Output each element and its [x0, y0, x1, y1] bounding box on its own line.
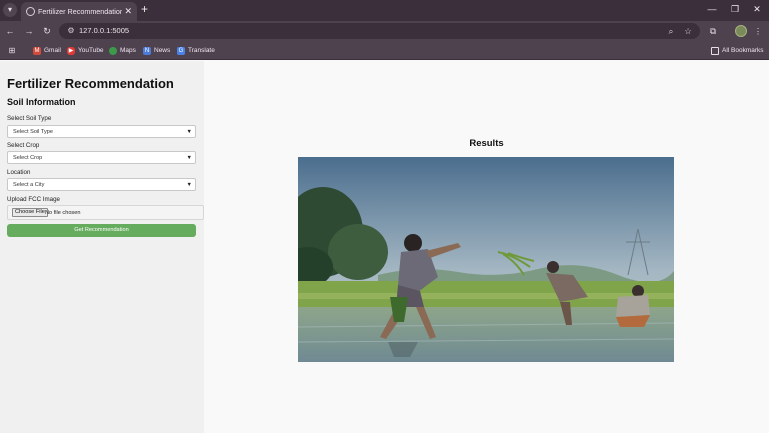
bookmark-maps[interactable]: Maps: [109, 45, 136, 56]
bookmark-news[interactable]: N News: [143, 45, 170, 56]
browser-tabstrip: ▾ Fertilizer Recommendation Sys ✕ + — ❐ …: [0, 0, 769, 21]
window-close-icon[interactable]: ✕: [749, 3, 765, 16]
section-title: Soil Information: [7, 97, 76, 107]
news-icon: N: [143, 46, 151, 55]
apps-grid-icon[interactable]: ⊞: [8, 45, 19, 56]
soil-type-label: Select Soil Type: [7, 115, 52, 122]
translate-icon: G: [177, 46, 185, 55]
tab-close-icon[interactable]: ✕: [124, 5, 132, 17]
location-value: Select a City: [13, 182, 45, 188]
bookmark-gmail[interactable]: M Gmail: [33, 45, 61, 56]
crop-select[interactable]: Select Crop ▼: [7, 151, 196, 164]
rice-planting-photo: [298, 157, 674, 362]
profile-avatar[interactable]: [735, 25, 747, 37]
tab-favicon-icon: [26, 7, 35, 16]
minimize-icon[interactable]: —: [704, 3, 720, 16]
all-bookmarks-label: All Bookmarks: [722, 47, 764, 54]
location-label: Location: [7, 169, 31, 176]
tab-search-icon[interactable]: ▾: [3, 3, 17, 17]
bookmark-translate[interactable]: G Translate: [177, 45, 215, 56]
bookmark-label: Maps: [120, 47, 136, 54]
zoom-icon[interactable]: ⌕: [665, 25, 677, 37]
restore-icon[interactable]: ❐: [727, 3, 743, 16]
gmail-icon: M: [33, 46, 41, 55]
address-bar[interactable]: ⚙ 127.0.0.1:5005 ⌕ ☆: [59, 23, 700, 39]
bookmark-label: Translate: [188, 47, 215, 54]
results-panel: Results: [204, 61, 769, 433]
bookmarks-bar: ⊞ M Gmail ▶ YouTube Maps N News G Transl…: [0, 41, 769, 60]
upload-label: Upload FCC Image: [7, 196, 60, 203]
page-title: Fertilizer Recommendation: [7, 76, 174, 91]
back-icon[interactable]: ←: [4, 25, 16, 37]
get-recommendation-button[interactable]: Get Recommendation: [7, 224, 196, 237]
more-menu-icon[interactable]: ⋮: [752, 25, 764, 37]
results-title: Results: [469, 138, 504, 149]
extensions-icon[interactable]: ⧉: [707, 25, 719, 37]
bookmark-youtube[interactable]: ▶ YouTube: [67, 45, 104, 56]
forward-icon[interactable]: →: [23, 25, 35, 37]
url-text[interactable]: 127.0.0.1:5005: [79, 25, 129, 37]
youtube-icon: ▶: [67, 46, 75, 55]
soil-type-select[interactable]: Select Soil Type ▼: [7, 125, 196, 138]
tab-title: Fertilizer Recommendation Sys: [38, 7, 122, 16]
file-status-text: No file chosen: [45, 210, 81, 216]
bookmark-label: News: [154, 47, 171, 54]
bookmark-star-icon[interactable]: ☆: [682, 25, 694, 37]
all-bookmarks[interactable]: All Bookmarks: [711, 45, 764, 56]
reload-icon[interactable]: ↻: [41, 25, 53, 37]
bookmark-label: Gmail: [44, 47, 61, 54]
rice-field-image: [298, 157, 674, 362]
file-input[interactable]: Choose File No file chosen: [7, 205, 204, 220]
chevron-down-icon: ▼: [186, 155, 192, 161]
browser-tab[interactable]: Fertilizer Recommendation Sys ✕: [21, 2, 137, 21]
maps-icon: [109, 46, 117, 55]
bookmark-label: YouTube: [78, 47, 104, 54]
new-tab-icon[interactable]: +: [141, 3, 148, 16]
crop-label: Select Crop: [7, 142, 40, 149]
grid-icon: ⊞: [8, 45, 16, 55]
location-select[interactable]: Select a City ▼: [7, 178, 196, 191]
choose-file-button[interactable]: Choose File: [12, 208, 48, 217]
folder-icon: [711, 46, 719, 55]
site-info-icon[interactable]: ⚙: [66, 26, 76, 36]
crop-value: Select Crop: [13, 155, 43, 161]
chevron-down-icon: ▼: [186, 182, 192, 188]
chevron-down-icon: ▼: [186, 129, 192, 135]
browser-toolbar: ← → ↻ ⚙ 127.0.0.1:5005 ⌕ ☆ ⧉ ⋮: [0, 21, 769, 41]
sidebar: Fertilizer Recommendation Soil Informati…: [0, 61, 204, 433]
soil-type-value: Select Soil Type: [13, 129, 54, 135]
